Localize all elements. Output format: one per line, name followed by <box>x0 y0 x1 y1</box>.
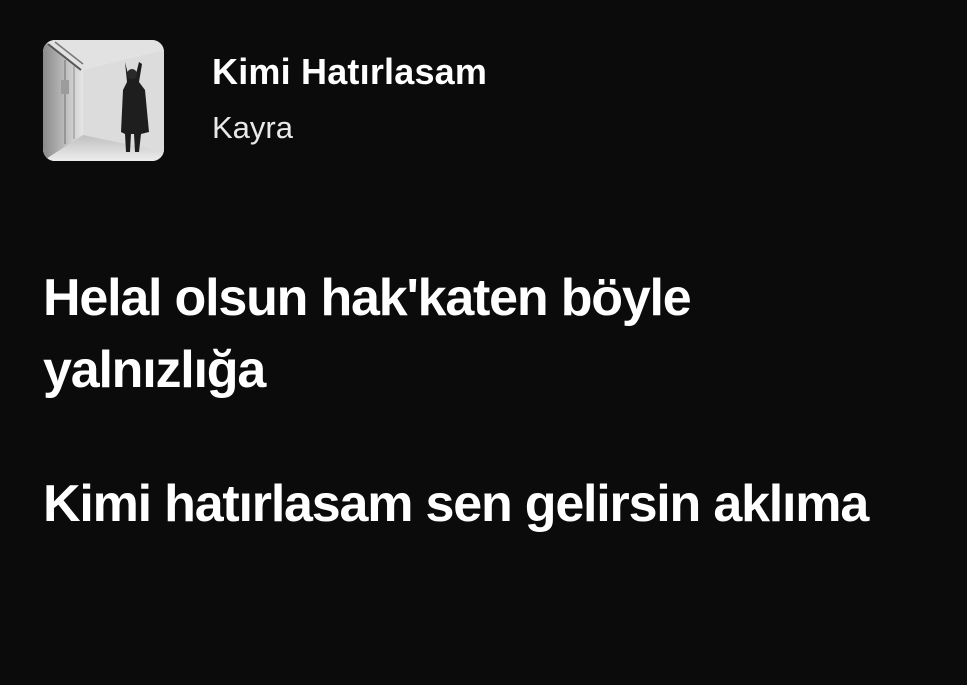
artist-name: Kayra <box>212 109 293 145</box>
lyric-line: Kimi hatırlasam sen gelirsin aklıma <box>43 475 869 533</box>
album-cover-image <box>43 40 164 161</box>
lyrics-block: Helal olsun hak'katen böyle yalnızlığa K… <box>43 262 923 602</box>
lyrics-share-card: Kimi Hatırlasam Kayra Helal olsun hak'ka… <box>0 0 967 685</box>
lyric-line: Helal olsun hak'katen böyle yalnızlığa <box>43 269 692 399</box>
track-header: Kimi Hatırlasam Kayra <box>43 40 487 161</box>
song-title: Kimi Hatırlasam <box>212 50 488 92</box>
album-cover <box>43 40 164 161</box>
track-meta: Kimi Hatırlasam Kayra <box>212 51 487 147</box>
